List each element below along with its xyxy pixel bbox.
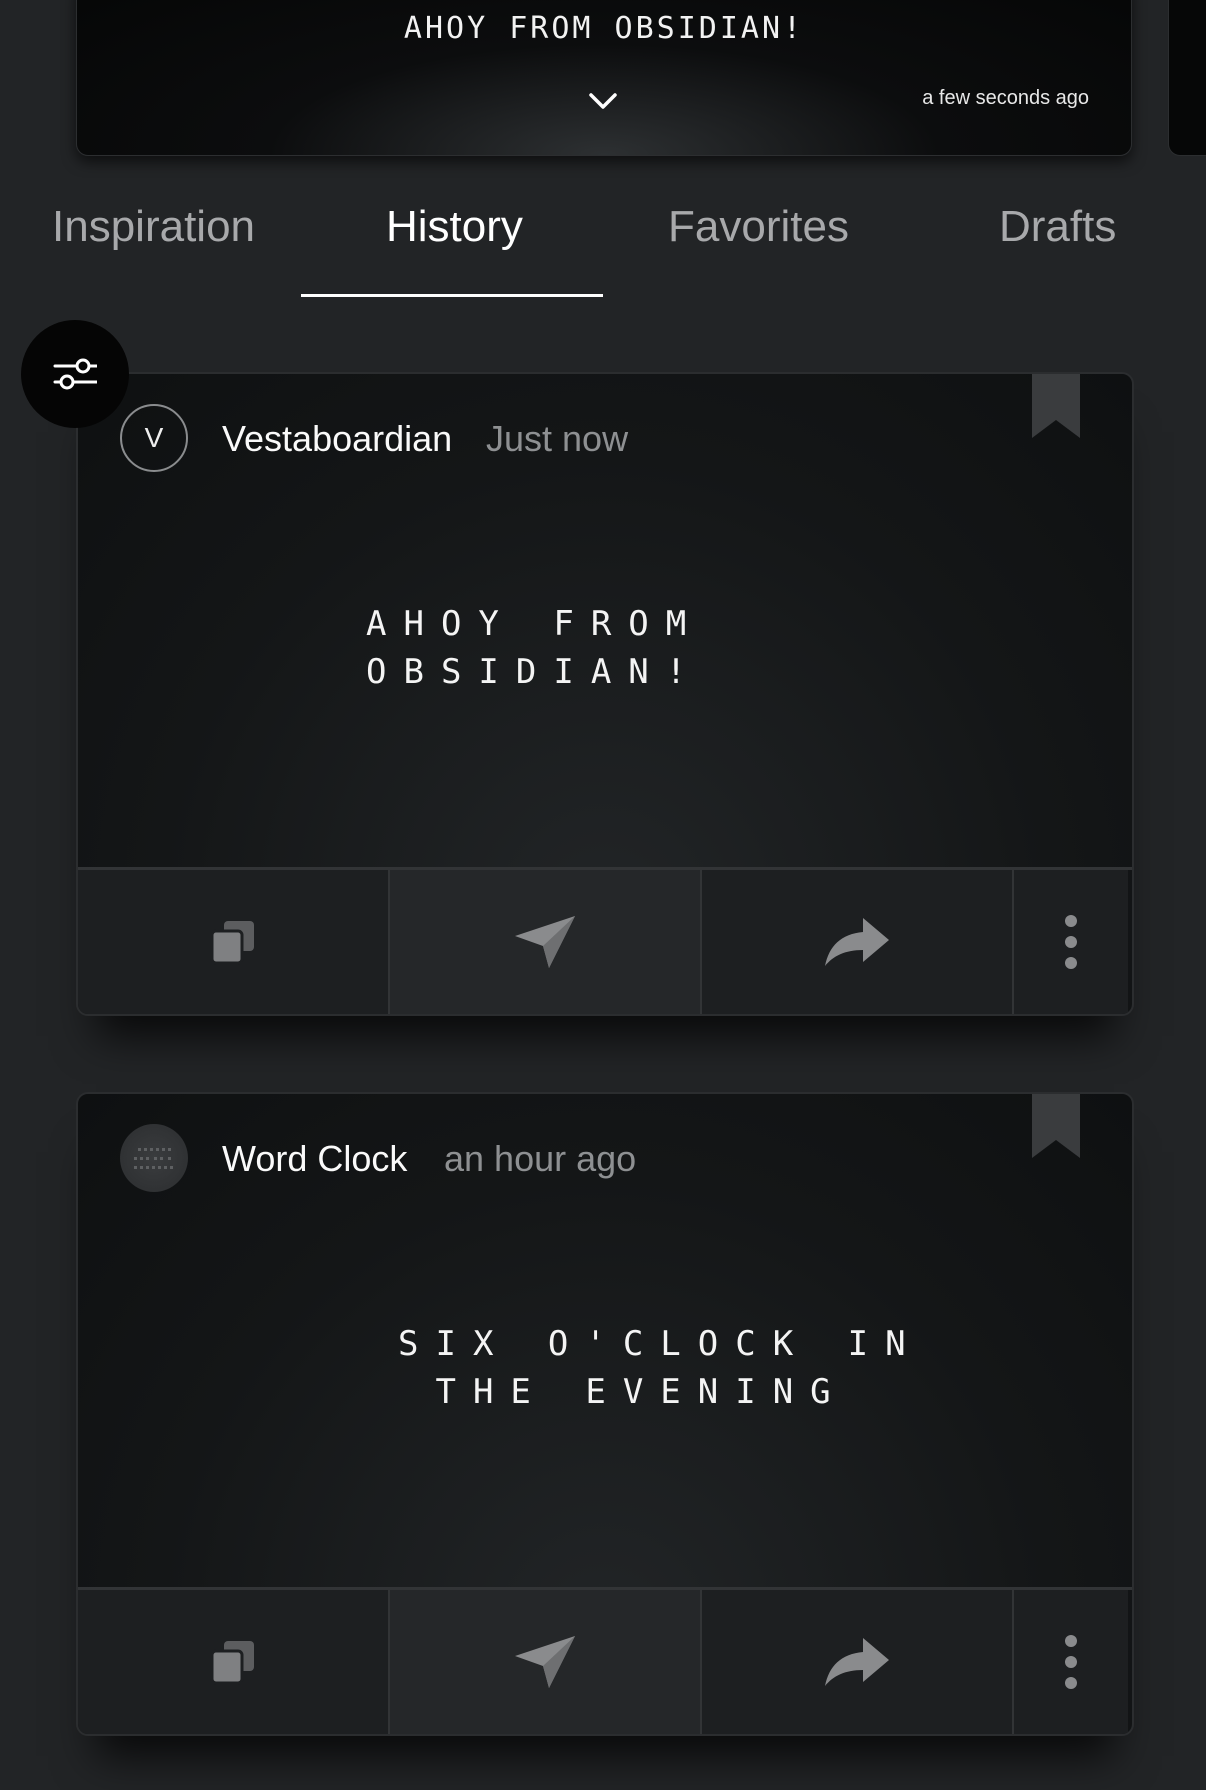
post-time: an hour ago — [444, 1138, 637, 1179]
send-button[interactable] — [390, 870, 702, 1014]
share-button[interactable] — [702, 870, 1014, 1014]
bookmark-icon[interactable] — [1032, 372, 1080, 438]
tab-bar: Inspiration History Favorites Drafts — [0, 180, 1206, 300]
copy-button[interactable] — [78, 1590, 390, 1734]
copy-icon — [210, 921, 254, 965]
more-vertical-icon — [1065, 1635, 1077, 1689]
filter-button[interactable] — [21, 320, 129, 428]
active-tab-indicator — [301, 294, 603, 297]
next-board-preview[interactable] — [1168, 0, 1206, 156]
share-button[interactable] — [702, 1590, 1014, 1734]
author-name: Word Clock — [222, 1138, 408, 1179]
chevron-down-icon[interactable] — [585, 89, 621, 113]
copy-button[interactable] — [78, 870, 390, 1014]
post-time: Just now — [486, 418, 629, 459]
tab-inspiration[interactable]: Inspiration — [52, 202, 255, 252]
more-vertical-icon — [1065, 915, 1077, 969]
avatar: V — [120, 404, 188, 472]
send-icon — [515, 1636, 575, 1688]
copy-icon — [210, 1641, 254, 1685]
send-button[interactable] — [390, 1590, 702, 1734]
word-clock-avatar-image — [134, 1148, 173, 1169]
board-message: SIX O'CLOCK IN THE EVENING — [398, 1324, 923, 1412]
author-name: Vestaboardian — [222, 418, 453, 459]
current-board-preview[interactable]: AHOY FROM OBSIDIAN! a few seconds ago — [76, 0, 1132, 156]
avatar — [120, 1124, 188, 1192]
share-icon — [825, 918, 889, 966]
card-actions — [78, 867, 1132, 1014]
card-actions — [78, 1587, 1132, 1734]
more-button[interactable] — [1014, 870, 1128, 1014]
tab-drafts[interactable]: Drafts — [999, 202, 1116, 252]
bookmark-icon[interactable] — [1032, 1092, 1080, 1158]
history-card[interactable]: V Vestaboardian Just now AHOY FROM OBSID… — [76, 372, 1134, 1016]
tab-favorites[interactable]: Favorites — [668, 202, 849, 252]
sliders-icon — [53, 358, 97, 390]
tab-history[interactable]: History — [386, 202, 523, 252]
more-button[interactable] — [1014, 1590, 1128, 1734]
board-timestamp: a few seconds ago — [922, 87, 1089, 109]
board-message: AHOY FROM OBSIDIAN! — [403, 11, 805, 46]
board-message: AHOY FROM OBSIDIAN! — [366, 604, 704, 692]
share-icon — [825, 1638, 889, 1686]
history-card[interactable]: Word Clock an hour ago SIX O'CLOCK IN TH… — [76, 1092, 1134, 1736]
send-icon — [515, 916, 575, 968]
